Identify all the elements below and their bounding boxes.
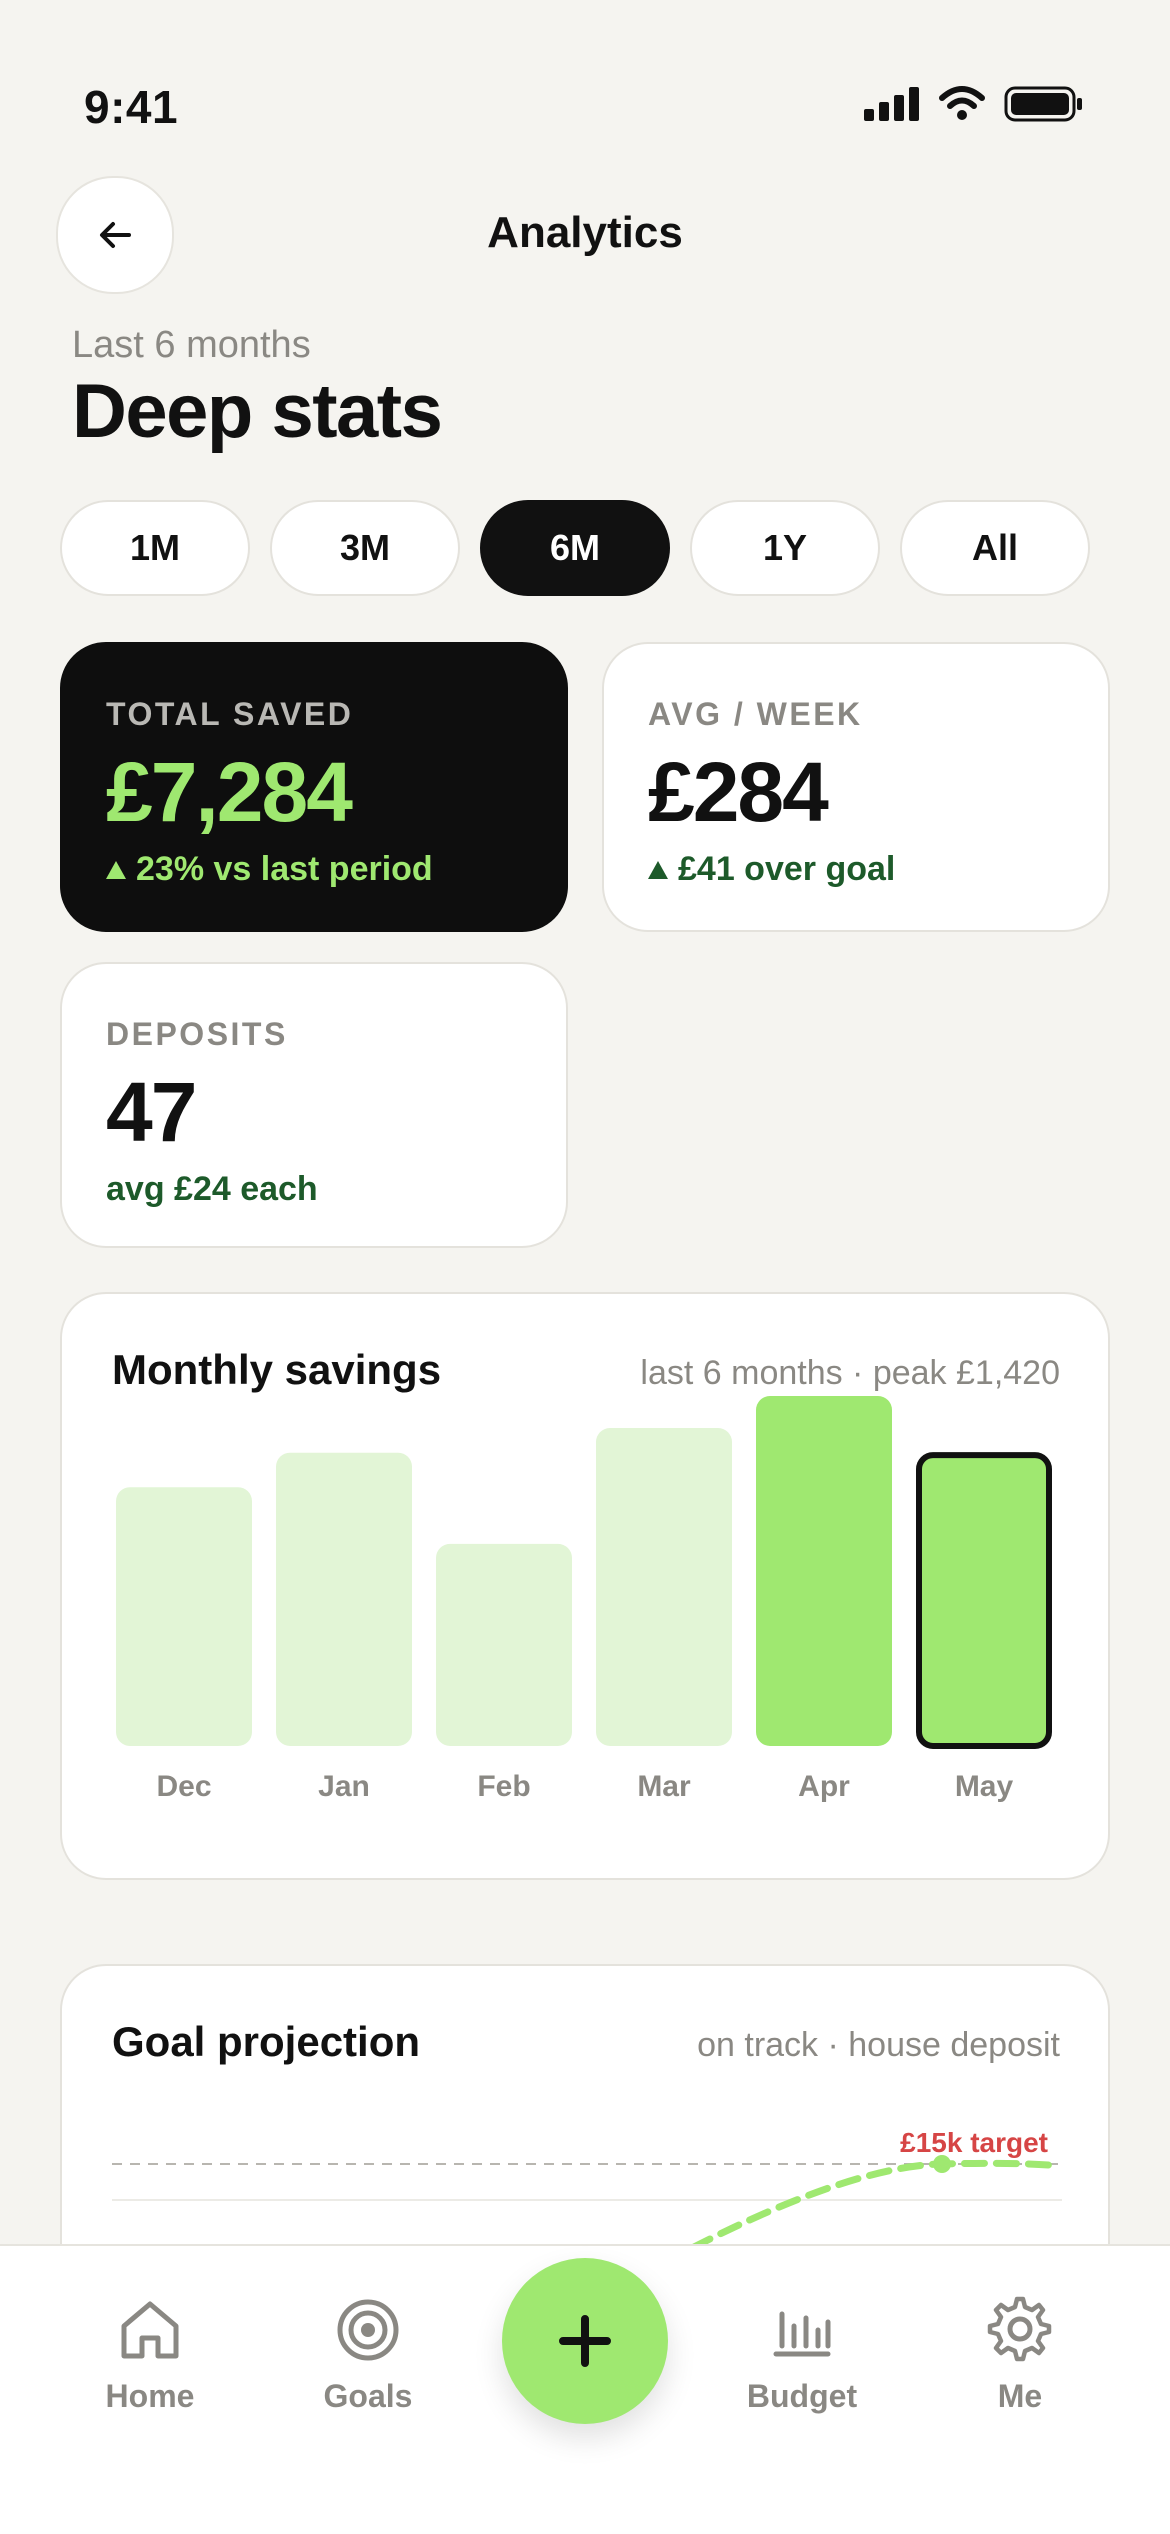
deposits-note: avg £24 each — [106, 1170, 318, 1208]
total-saved-value: £7,284 — [106, 745, 353, 839]
tab-home[interactable]: Home — [70, 2296, 230, 2415]
bar-mar[interactable] — [596, 1428, 732, 1746]
target-icon — [337, 2299, 399, 2361]
tab-me[interactable]: Me — [940, 2296, 1100, 2415]
status-bar: 9:41 — [0, 0, 1170, 150]
gear-icon — [987, 2296, 1052, 2362]
x-tick-label: Mar — [637, 1770, 691, 1803]
total-saved-card[interactable]: TOTAL SAVED £7,284 23% vs last period — [60, 642, 568, 932]
status-time: 9:41 — [84, 81, 179, 133]
monthly-savings-chart: Dec Jan Feb Mar Apr May — [116, 1396, 1052, 1803]
avg-week-card[interactable]: AVG / WEEK £284 £41 over goal — [602, 642, 1110, 932]
bar-feb[interactable] — [436, 1543, 572, 1746]
x-tick-label: May — [955, 1770, 1014, 1803]
status-icons — [864, 86, 1084, 122]
range-all[interactable]: All — [900, 500, 1090, 596]
range-selector: 1M 3M 6M 1Y All — [60, 500, 1090, 596]
range-1m[interactable]: 1M — [60, 500, 250, 596]
plus-icon — [559, 2315, 611, 2367]
bar-dec[interactable] — [116, 1487, 252, 1746]
total-saved-delta-text: 23% vs last period — [136, 850, 433, 888]
triangle-up-icon — [106, 860, 126, 879]
tab-budget[interactable]: Budget — [722, 2296, 882, 2415]
battery-icon — [1004, 86, 1082, 122]
monthly-savings-panel: Monthly savings last 6 months · peak £1,… — [60, 1292, 1110, 1880]
tab-goals[interactable]: Goals — [288, 2296, 448, 2415]
tab-home-label: Home — [105, 2378, 195, 2414]
target-label: £15k target — [900, 2127, 1048, 2158]
x-tick-label: Apr — [798, 1770, 850, 1803]
deposits-label: DEPOSITS — [106, 1016, 288, 1052]
bar-apr[interactable] — [756, 1396, 892, 1746]
projection-curve — [688, 2159, 1064, 2252]
period-subtitle: Last 6 months — [72, 324, 311, 366]
deposits-value: 47 — [106, 1065, 197, 1159]
deposits-card[interactable]: DEPOSITS 47 avg £24 each — [60, 962, 568, 1248]
add-deposit-button[interactable] — [502, 2258, 668, 2424]
x-tick-label: Dec — [156, 1770, 211, 1803]
range-3m[interactable]: 3M — [270, 500, 460, 596]
total-saved-label: TOTAL SAVED — [106, 696, 354, 732]
total-saved-delta: 23% vs last period — [106, 850, 433, 889]
header-title: Analytics — [487, 208, 683, 257]
tab-budget-label: Budget — [746, 2378, 858, 2414]
page-title: Deep stats — [72, 369, 443, 454]
triangle-up-icon — [648, 860, 668, 879]
bar-chart-icon — [773, 2311, 831, 2357]
x-tick-label: Jan — [318, 1770, 370, 1803]
avg-week-delta: £41 over goal — [648, 850, 895, 889]
tab-me-label: Me — [997, 2378, 1043, 2414]
tab-goals-label: Goals — [323, 2378, 413, 2414]
bar-may[interactable] — [916, 1452, 1052, 1749]
avg-week-value: £284 — [648, 745, 829, 839]
bar-jan[interactable] — [276, 1452, 412, 1746]
range-1y[interactable]: 1Y — [690, 500, 880, 596]
signal-icon — [864, 87, 919, 121]
wifi-icon — [939, 86, 985, 120]
x-tick-label: Feb — [477, 1770, 530, 1803]
avg-week-delta-text: £41 over goal — [678, 850, 896, 888]
avg-week-label: AVG / WEEK — [648, 696, 863, 732]
range-6m[interactable]: 6M — [480, 500, 670, 596]
home-icon — [121, 2301, 179, 2359]
